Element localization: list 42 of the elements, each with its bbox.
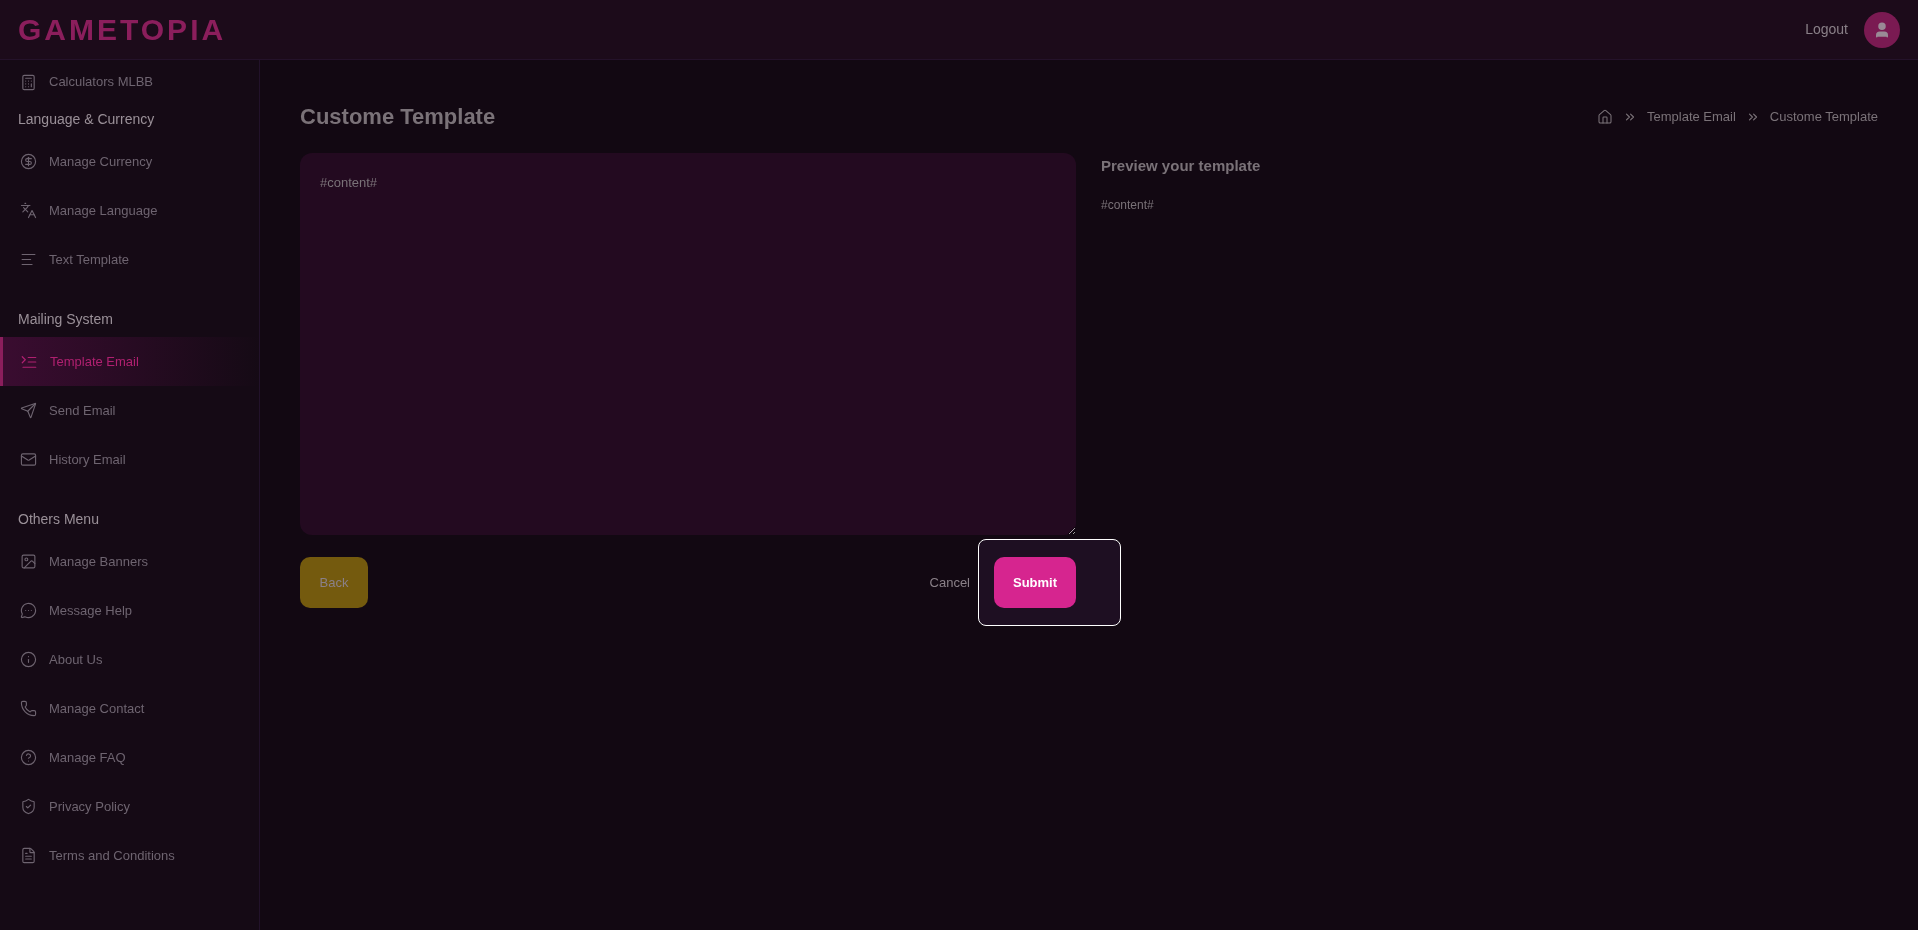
template-editor[interactable]: #content#: [300, 153, 1076, 535]
shield-check-icon: [20, 798, 37, 815]
preview-title: Preview your template: [1101, 156, 1261, 176]
sidebar-item[interactable]: Message Help: [0, 586, 259, 635]
sidebar-item[interactable]: Manage Contact: [0, 684, 259, 733]
logo[interactable]: GAMETOPIA: [18, 7, 227, 52]
sidebar-item[interactable]: Manage Banners: [0, 537, 259, 586]
image-icon: [20, 553, 37, 570]
home-icon[interactable]: [1596, 108, 1613, 125]
sidebar-item[interactable]: Send Email: [0, 386, 259, 435]
translate-icon: [20, 202, 37, 219]
avatar[interactable]: [1864, 11, 1900, 48]
sidebar-item[interactable]: Terms and Conditions: [0, 831, 259, 880]
info-icon: [20, 651, 37, 668]
sidebar-item[interactable]: About Us: [0, 635, 259, 684]
page-title: Custome Template: [300, 103, 496, 131]
sidebar-item[interactable]: Text Template: [0, 235, 259, 284]
sidebar-item[interactable]: Manage FAQ: [0, 733, 259, 782]
preview-content: #content#: [1101, 196, 1155, 214]
cancel-button[interactable]: Cancel: [929, 572, 970, 593]
sidebar-item[interactable]: History Email: [0, 435, 259, 484]
sidebar-item[interactable]: Privacy Policy: [0, 782, 259, 831]
phone-icon: [20, 700, 37, 717]
sidebar-item[interactable]: Manage Currency: [0, 137, 259, 186]
text-lines-icon: [20, 251, 37, 268]
section-title: Mailing System: [17, 310, 114, 329]
section-title: Language & Currency: [17, 110, 156, 129]
envelope-icon: [20, 451, 37, 468]
calculator-icon: [20, 73, 37, 91]
document-icon: [20, 847, 37, 864]
paper-plane-icon: [20, 402, 37, 419]
submit-button[interactable]: Submit: [994, 557, 1076, 608]
sidebar-item[interactable]: Calculators MLBB: [0, 62, 259, 102]
breadcrumb-item[interactable]: Template Email: [1646, 106, 1736, 127]
section-title: Others Menu: [17, 510, 100, 529]
chat-bubble-icon: [20, 602, 37, 619]
logout-button[interactable]: Logout: [1805, 19, 1848, 40]
dollar-coin-icon: [20, 153, 37, 170]
help-icon: [20, 749, 37, 766]
sidebar-item[interactable]: Manage Language: [0, 186, 259, 235]
breadcrumb-item: Custome Template: [1769, 107, 1878, 126]
user-icon: [1873, 20, 1891, 39]
